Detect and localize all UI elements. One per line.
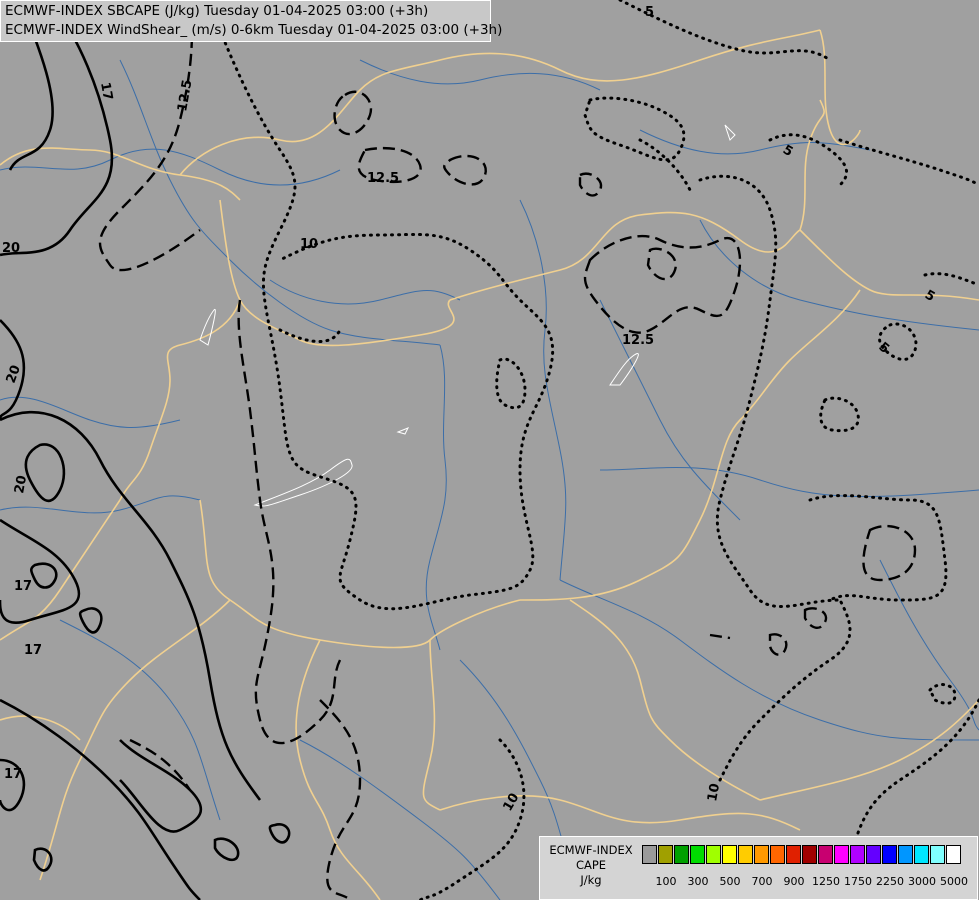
legend-swatch [754, 845, 769, 864]
legend-swatch [866, 845, 881, 864]
legend-tick: 900 [783, 875, 805, 888]
legend-tick: 1250 [812, 875, 840, 888]
legend-swatch [738, 845, 753, 864]
legend-tick: 100 [655, 875, 677, 888]
map-title-windshear: ECMWF-INDEX WindShear_ (m/s) 0-6km Tuesd… [5, 22, 503, 38]
contour-label: 20 [12, 474, 30, 494]
legend-swatch [882, 845, 897, 864]
legend-swatch [850, 845, 865, 864]
legend-swatch [786, 845, 801, 864]
legend-swatch [898, 845, 913, 864]
legend-tick-labels: 100 300 500 700 900 1250 1750 2250 3000 5000 [642, 875, 978, 891]
legend-variable: CAPE [575, 858, 607, 872]
legend-tick: 3000 [908, 875, 936, 888]
contour-label: 20 [2, 241, 20, 256]
contour-label: 5 [645, 5, 654, 20]
contour-label: 12.5 [622, 333, 654, 348]
legend-swatch [770, 845, 785, 864]
legend-tick: 300 [687, 875, 709, 888]
cape-legend: ECMWF-INDEX CAPE J/kg 100 300 500 700 900 125… [539, 836, 978, 900]
legend-swatch [802, 845, 817, 864]
map-title-cape: ECMWF-INDEX SBCAPE (J/kg) Tuesday 01-04-… [5, 3, 429, 19]
contour-label: 17 [97, 81, 115, 101]
legend-tick: 500 [719, 875, 741, 888]
legend-swatch [642, 845, 657, 864]
map-title-box: ECMWF-INDEX SBCAPE (J/kg) Tuesday 01-04-… [0, 0, 503, 42]
legend-title: ECMWF-INDEX CAPE J/kg [542, 843, 640, 888]
contour-label: 12.5 [367, 171, 399, 186]
contour-label: 10 [705, 782, 723, 802]
legend-swatch [818, 845, 833, 864]
contour-label: 10 [300, 237, 318, 252]
legend-swatch [834, 845, 849, 864]
map-canvas: 17 12.5 12.5 10 20 20 20 17 17 17 12.5 5… [0, 0, 979, 900]
legend-swatch [706, 845, 721, 864]
contour-label: 17 [14, 579, 32, 594]
legend-tick: 700 [751, 875, 773, 888]
legend-source: ECMWF-INDEX [549, 843, 633, 857]
legend-tick: 1750 [844, 875, 872, 888]
legend-tick: 5000 [940, 875, 968, 888]
legend-swatch [658, 845, 673, 864]
legend-swatch [914, 845, 929, 864]
legend-swatch [946, 845, 961, 864]
legend-color-scale [642, 845, 962, 864]
legend-swatch [674, 845, 689, 864]
contour-label: 17 [4, 767, 22, 782]
legend-swatch [690, 845, 705, 864]
legend-swatch [722, 845, 737, 864]
legend-swatch [930, 845, 945, 864]
contour-label: 17 [24, 643, 42, 658]
legend-unit: J/kg [580, 873, 602, 887]
legend-tick: 2250 [876, 875, 904, 888]
